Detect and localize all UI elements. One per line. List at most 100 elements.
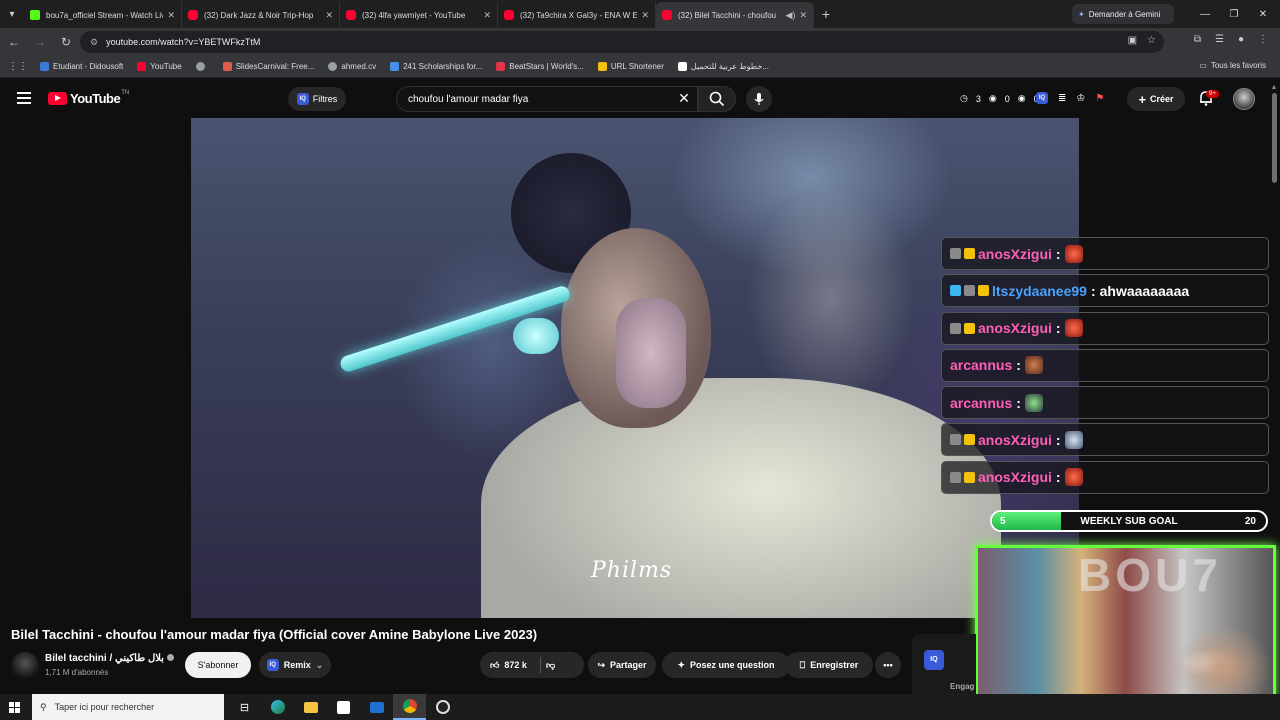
plus-icon: + bbox=[1138, 91, 1147, 107]
star-icon[interactable]: ☆ bbox=[1147, 35, 1156, 46]
back-icon[interactable]: ← bbox=[2, 30, 26, 54]
bookmark-label: BeatStars | World's... bbox=[509, 62, 584, 71]
bookmark-item[interactable]: URL Shortener bbox=[597, 62, 664, 71]
remix-button[interactable]: IQ Remix ⌄ bbox=[259, 652, 331, 678]
reload-icon[interactable]: ↻ bbox=[54, 30, 78, 54]
bookmark-item[interactable]: SlidesCarnival: Free... bbox=[222, 62, 314, 71]
user-avatar[interactable] bbox=[1233, 88, 1255, 110]
profile-icon[interactable]: ● bbox=[1238, 34, 1244, 45]
edge-icon[interactable] bbox=[261, 694, 294, 720]
create-label: Créer bbox=[1150, 94, 1174, 104]
speaker-icon[interactable]: ◀) bbox=[786, 10, 796, 21]
youtube-header: YouTube TN IQ Filtres choufou l'amour ma… bbox=[0, 80, 1280, 118]
bookmark-item[interactable] bbox=[195, 62, 209, 71]
all-bookmarks[interactable]: ▭ Tous les favoris bbox=[1199, 61, 1266, 70]
trophy-icon[interactable]: ♔ bbox=[1076, 93, 1085, 104]
all-bookmarks-label: Tous les favoris bbox=[1210, 61, 1266, 70]
channel-name-row[interactable]: Bilel tacchini / بلال طاكيني bbox=[45, 653, 174, 664]
close-icon[interactable]: ✕ bbox=[799, 10, 807, 21]
bookmark-item[interactable]: YouTube bbox=[137, 62, 182, 71]
extensions-icon[interactable]: ⧉ bbox=[1194, 34, 1201, 45]
sub-goal-title: WEEKLY SUB GOAL bbox=[1080, 515, 1178, 527]
like-count[interactable]: 872 k bbox=[504, 660, 527, 670]
scroll-up-icon[interactable]: ▲ bbox=[1270, 84, 1278, 91]
task-view-icon[interactable]: ⊟ bbox=[228, 694, 261, 720]
stream-chat-overlay: anosXzigui: ltszydaanee99: ahwaaaaaaaa a… bbox=[941, 237, 1269, 498]
browser-tab-active[interactable]: (32) Bilel Tacchini - choufou ◀) ✕ bbox=[656, 2, 814, 28]
bookmark-item[interactable]: 241 Scholarships for... bbox=[390, 62, 482, 71]
close-icon[interactable]: ✕ bbox=[483, 10, 491, 21]
share-button[interactable]: ↪ Partager bbox=[588, 652, 656, 678]
webcam-overlay: BOU7 bbox=[975, 545, 1276, 717]
filters-button[interactable]: IQ Filtres bbox=[288, 87, 346, 111]
ask-question-button[interactable]: ✦ Posez une question bbox=[662, 652, 790, 678]
browser-tab[interactable]: (32) Dark Jazz & Noir Trip-Hop ✕ bbox=[182, 2, 340, 28]
more-actions-button[interactable]: ••• bbox=[875, 652, 901, 678]
apps-icon[interactable]: ⋮⋮ bbox=[8, 61, 28, 72]
bookmark-item[interactable]: BeatStars | World's... bbox=[496, 62, 584, 71]
subscribe-button[interactable]: S'abonner bbox=[185, 652, 251, 678]
close-icon[interactable]: ✕ bbox=[641, 10, 649, 21]
menu-icon[interactable] bbox=[17, 92, 31, 104]
save-button[interactable]: ⎕ Enregistrer bbox=[785, 652, 873, 678]
address-bar[interactable]: ⚙ youtube.com/watch?v=YBETWFkzTtM ▣ ☆ bbox=[80, 31, 1164, 53]
moderator-badge-icon bbox=[950, 322, 961, 334]
restore-button[interactable]: ❐ bbox=[1219, 0, 1249, 28]
search-button[interactable] bbox=[698, 86, 736, 112]
iq-icon[interactable]: IQ bbox=[1036, 92, 1048, 104]
bookmark-item[interactable]: خطوط عربية للتحميل... bbox=[677, 62, 769, 71]
ask-label: Posez une question bbox=[690, 660, 775, 670]
menu-icon[interactable]: ⋮ bbox=[1258, 34, 1268, 45]
bookmark-icon bbox=[496, 62, 506, 71]
site-info-icon[interactable]: ⚙ bbox=[90, 37, 98, 48]
file-explorer-icon[interactable] bbox=[294, 694, 327, 720]
gemini-button[interactable]: ✦ Demander à Gemini bbox=[1072, 4, 1174, 24]
chat-message: anosXzigui: bbox=[941, 460, 1269, 494]
bookmark-item[interactable]: Etudiant - Didousoft bbox=[40, 62, 123, 71]
like-icon[interactable]: 👍︎ bbox=[490, 660, 499, 671]
scrollbar-thumb[interactable] bbox=[1271, 93, 1277, 183]
remix-label: Remix bbox=[283, 660, 311, 670]
youtube-logo[interactable]: YouTube TN bbox=[48, 90, 129, 106]
iq-icon[interactable]: IQ bbox=[924, 650, 944, 670]
dislike-icon[interactable]: 👎︎ bbox=[546, 660, 555, 671]
mail-icon[interactable] bbox=[360, 694, 393, 720]
channel-avatar[interactable] bbox=[11, 652, 39, 680]
settings-icon[interactable]: ≣ bbox=[1058, 93, 1066, 104]
clear-icon[interactable]: ✕ bbox=[676, 90, 692, 106]
eye-icon: ◉ bbox=[1017, 93, 1026, 103]
taskbar-search[interactable]: ⚲ Taper ici pour rechercher bbox=[32, 694, 224, 720]
video-title: Bilel Tacchini - choufou l'amour madar f… bbox=[11, 627, 538, 642]
store-icon[interactable] bbox=[327, 694, 360, 720]
browser-tab[interactable]: (32) Ta9chira X Gal3y - ENA W ENA ✕ bbox=[498, 2, 656, 28]
tab-label: (32) Dark Jazz & Noir Trip-Hop bbox=[204, 10, 314, 20]
stat-value: 3 bbox=[975, 93, 981, 104]
create-button[interactable]: + Créer bbox=[1127, 87, 1185, 111]
cast-icon[interactable]: ▣ bbox=[1128, 35, 1137, 46]
more-icon: ••• bbox=[883, 660, 893, 670]
youtube-icon bbox=[48, 92, 67, 105]
close-icon[interactable]: ✕ bbox=[167, 10, 175, 21]
media-icon[interactable]: ☰ bbox=[1215, 34, 1224, 45]
voice-search-button[interactable] bbox=[746, 86, 772, 112]
search-icon: ⚲ bbox=[40, 701, 47, 712]
obs-icon[interactable] bbox=[426, 694, 459, 720]
windows-start-icon[interactable] bbox=[0, 694, 28, 720]
forward-icon[interactable]: → bbox=[28, 30, 52, 54]
search-input[interactable]: choufou l'amour madar fiya bbox=[396, 86, 698, 112]
bookmark-item[interactable]: ahmed.cv bbox=[328, 62, 376, 71]
bookmark-label: YouTube bbox=[150, 62, 182, 71]
browser-tab[interactable]: (32) 4lfa yawmiyet - YouTube ✕ bbox=[340, 2, 498, 28]
verified-icon bbox=[166, 654, 174, 661]
new-tab-button[interactable]: + bbox=[814, 6, 838, 22]
youtube-icon bbox=[188, 10, 198, 20]
chrome-icon[interactable] bbox=[393, 694, 426, 720]
tab-search-icon[interactable]: ▾ bbox=[0, 0, 24, 28]
chat-username: arcannus bbox=[950, 394, 1013, 411]
alert-icon[interactable]: ⚑ bbox=[1095, 93, 1104, 104]
browser-tab[interactable]: bou7a_officiel Stream - Watch Live ✕ bbox=[24, 2, 182, 28]
video-figure bbox=[513, 318, 559, 354]
minimize-button[interactable]: — bbox=[1190, 0, 1220, 28]
close-window-button[interactable]: ✕ bbox=[1248, 0, 1278, 28]
close-icon[interactable]: ✕ bbox=[325, 10, 333, 21]
